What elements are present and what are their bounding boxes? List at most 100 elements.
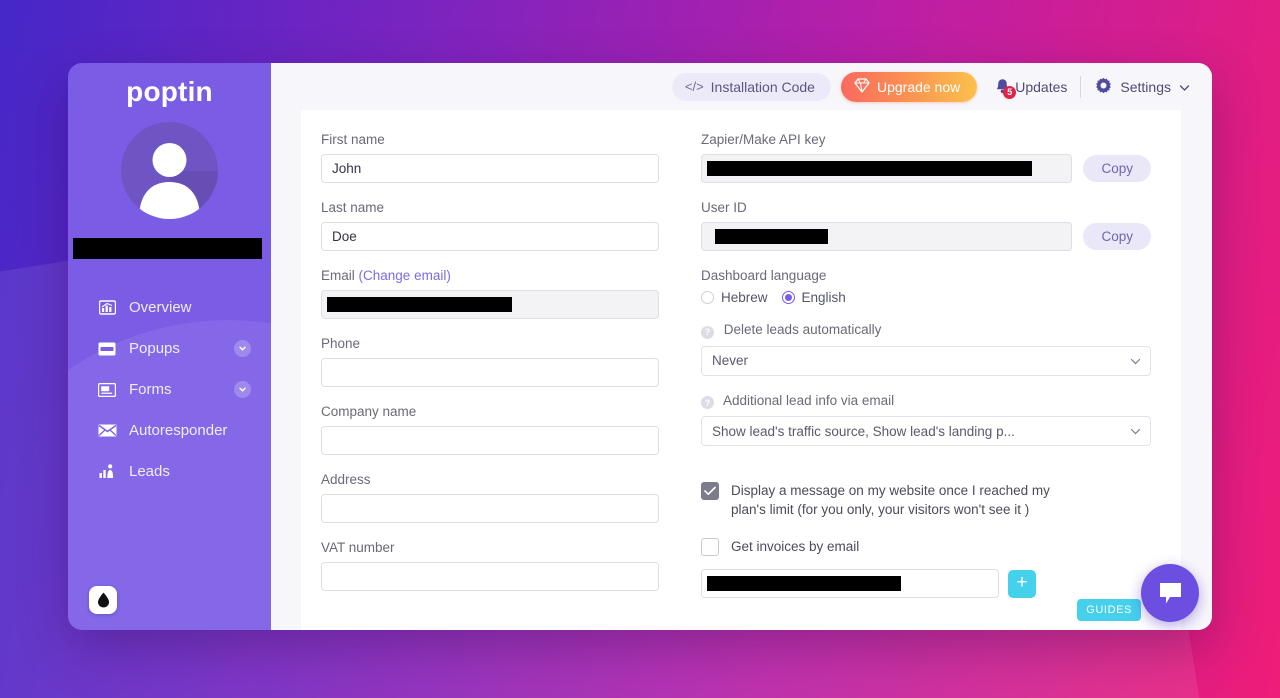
field-phone: Phone: [321, 336, 659, 387]
field-api-key: Zapier/Make API key Copy: [701, 132, 1151, 183]
envelope-icon: [97, 424, 117, 437]
radio-option-hebrew[interactable]: Hebrew: [701, 290, 768, 305]
updates-label: Updates: [1015, 78, 1068, 95]
sidebar: poptin Overview Popups Forms Autorespond…: [68, 63, 271, 630]
question-mark-icon[interactable]: ?: [701, 325, 714, 339]
radio-label-hebrew: Hebrew: [721, 290, 768, 305]
leads-icon: [97, 464, 117, 479]
last-name-input[interactable]: [321, 222, 659, 251]
sidebar-item-label: Overview: [129, 299, 192, 316]
updates-badge-count: 5: [1003, 85, 1017, 99]
get-invoices-checkbox[interactable]: [701, 538, 719, 556]
get-invoices-row: Get invoices by email: [701, 537, 1151, 556]
app-logo[interactable]: poptin: [68, 63, 271, 108]
settings-button[interactable]: Settings: [1095, 77, 1190, 97]
email-input[interactable]: [321, 290, 659, 319]
additional-lead-info-label: ? Additional lead info via email: [701, 392, 1151, 409]
gear-icon: [1095, 77, 1112, 97]
sidebar-item-label: Leads: [129, 463, 170, 480]
add-invoice-email-button[interactable]: +: [1008, 569, 1036, 598]
additional-lead-info-select[interactable]: Show lead's traffic source, Show lead's …: [701, 416, 1151, 446]
sidebar-item-overview[interactable]: Overview: [68, 287, 271, 328]
settings-card: First name Last name Email (Change email…: [301, 110, 1181, 630]
guides-badge[interactable]: GUIDES: [1077, 599, 1141, 621]
chart-bar-icon: [97, 300, 117, 315]
settings-label: Settings: [1120, 78, 1171, 95]
email-label-text: Email: [321, 268, 355, 283]
field-vat-number: VAT number: [321, 540, 659, 591]
water-drop-widget[interactable]: [89, 586, 117, 614]
water-drop-icon: [97, 592, 109, 608]
chevron-down-icon: [1130, 424, 1141, 439]
chevron-down-icon[interactable]: [1179, 79, 1190, 95]
bell-icon: 5: [993, 78, 1017, 99]
sidebar-item-popups[interactable]: Popups: [68, 328, 271, 369]
user-silhouette-icon: [139, 143, 200, 219]
sidebar-item-forms[interactable]: Forms: [68, 369, 271, 410]
api-key-label: Zapier/Make API key: [701, 132, 826, 147]
vat-number-label: VAT number: [321, 540, 395, 555]
avatar[interactable]: [121, 122, 218, 219]
avatar-wrapper: [68, 122, 271, 224]
updates-button[interactable]: 5 Updates: [993, 78, 1068, 99]
dashboard-language-radio-group: Hebrew English: [701, 290, 1151, 305]
api-key-input[interactable]: [701, 154, 1073, 183]
installation-code-label: Installation Code: [710, 78, 815, 95]
sidebar-item-label: Autoresponder: [129, 422, 228, 439]
main-area: </> Installation Code Upgrade now 5 Upda…: [271, 63, 1212, 630]
invoice-email-input-wrapper: [701, 569, 999, 598]
plan-limit-message-checkbox[interactable]: [701, 482, 719, 500]
field-company-name: Company name: [321, 404, 659, 455]
sidebar-item-label: Forms: [129, 381, 172, 398]
field-dashboard-language: Dashboard language Hebrew English: [701, 268, 1151, 305]
sidebar-item-autoresponder[interactable]: Autoresponder: [68, 410, 271, 451]
radio-option-english[interactable]: English: [781, 290, 846, 305]
first-name-input[interactable]: [321, 154, 659, 183]
delete-leads-label-text: Delete leads automatically: [723, 322, 882, 337]
chat-bubble-icon: [1159, 582, 1181, 603]
invoice-email-row: +: [701, 569, 1151, 598]
api-key-row: Copy: [701, 154, 1151, 183]
delete-leads-label: ? Delete leads automatically: [701, 322, 1151, 339]
api-key-input-wrapper: [701, 154, 1073, 183]
invoice-email-input[interactable]: [701, 569, 999, 598]
account-settings-column: Zapier/Make API key Copy User ID Copy Da…: [701, 132, 1151, 630]
phone-input[interactable]: [321, 358, 659, 387]
address-input[interactable]: [321, 494, 659, 523]
popup-icon: [97, 342, 117, 356]
phone-label: Phone: [321, 336, 361, 351]
field-delete-leads: ? Delete leads automatically Never: [701, 322, 1151, 376]
content-scroll-area[interactable]: First name Last name Email (Change email…: [271, 110, 1212, 630]
sidebar-item-label: Popups: [129, 340, 180, 357]
user-id-input[interactable]: [701, 222, 1073, 251]
field-user-id: User ID Copy: [701, 200, 1151, 251]
sidebar-item-leads[interactable]: Leads: [68, 451, 271, 492]
first-name-label: First name: [321, 132, 385, 147]
plan-limit-message-row: Display a message on my website once I r…: [701, 481, 1151, 519]
plan-limit-message-label: Display a message on my website once I r…: [731, 483, 1050, 517]
user-id-input-wrapper: [701, 222, 1073, 251]
checkmark-icon: [704, 486, 716, 496]
copy-user-id-button[interactable]: Copy: [1083, 223, 1151, 250]
field-address: Address: [321, 472, 659, 523]
installation-code-button[interactable]: </> Installation Code: [671, 72, 831, 101]
change-email-link[interactable]: (Change email): [359, 268, 451, 283]
delete-leads-select[interactable]: Never: [701, 345, 1151, 376]
user-id-label: User ID: [701, 200, 747, 215]
chevron-down-icon[interactable]: [234, 381, 251, 398]
desktop-background: poptin Overview Popups Forms Autorespond…: [0, 0, 1280, 698]
radio-dot-english[interactable]: [781, 291, 795, 304]
personal-details-column: First name Last name Email (Change email…: [321, 132, 659, 630]
additional-lead-info-label-text: Additional lead info via email: [723, 392, 895, 408]
vat-number-input[interactable]: [321, 562, 659, 591]
chevron-down-icon[interactable]: [234, 340, 251, 357]
sidebar-nav: Overview Popups Forms Autoresponder Lead…: [68, 287, 271, 492]
upgrade-now-button[interactable]: Upgrade now: [840, 71, 978, 102]
copy-api-key-button[interactable]: Copy: [1083, 155, 1151, 182]
radio-dot-hebrew[interactable]: [701, 291, 714, 304]
chat-bubble-button[interactable]: [1141, 564, 1199, 622]
company-name-input[interactable]: [321, 426, 659, 455]
code-brackets-icon: </>: [684, 79, 704, 94]
upgrade-now-label: Upgrade now: [876, 78, 961, 95]
question-mark-icon[interactable]: ?: [701, 396, 714, 409]
